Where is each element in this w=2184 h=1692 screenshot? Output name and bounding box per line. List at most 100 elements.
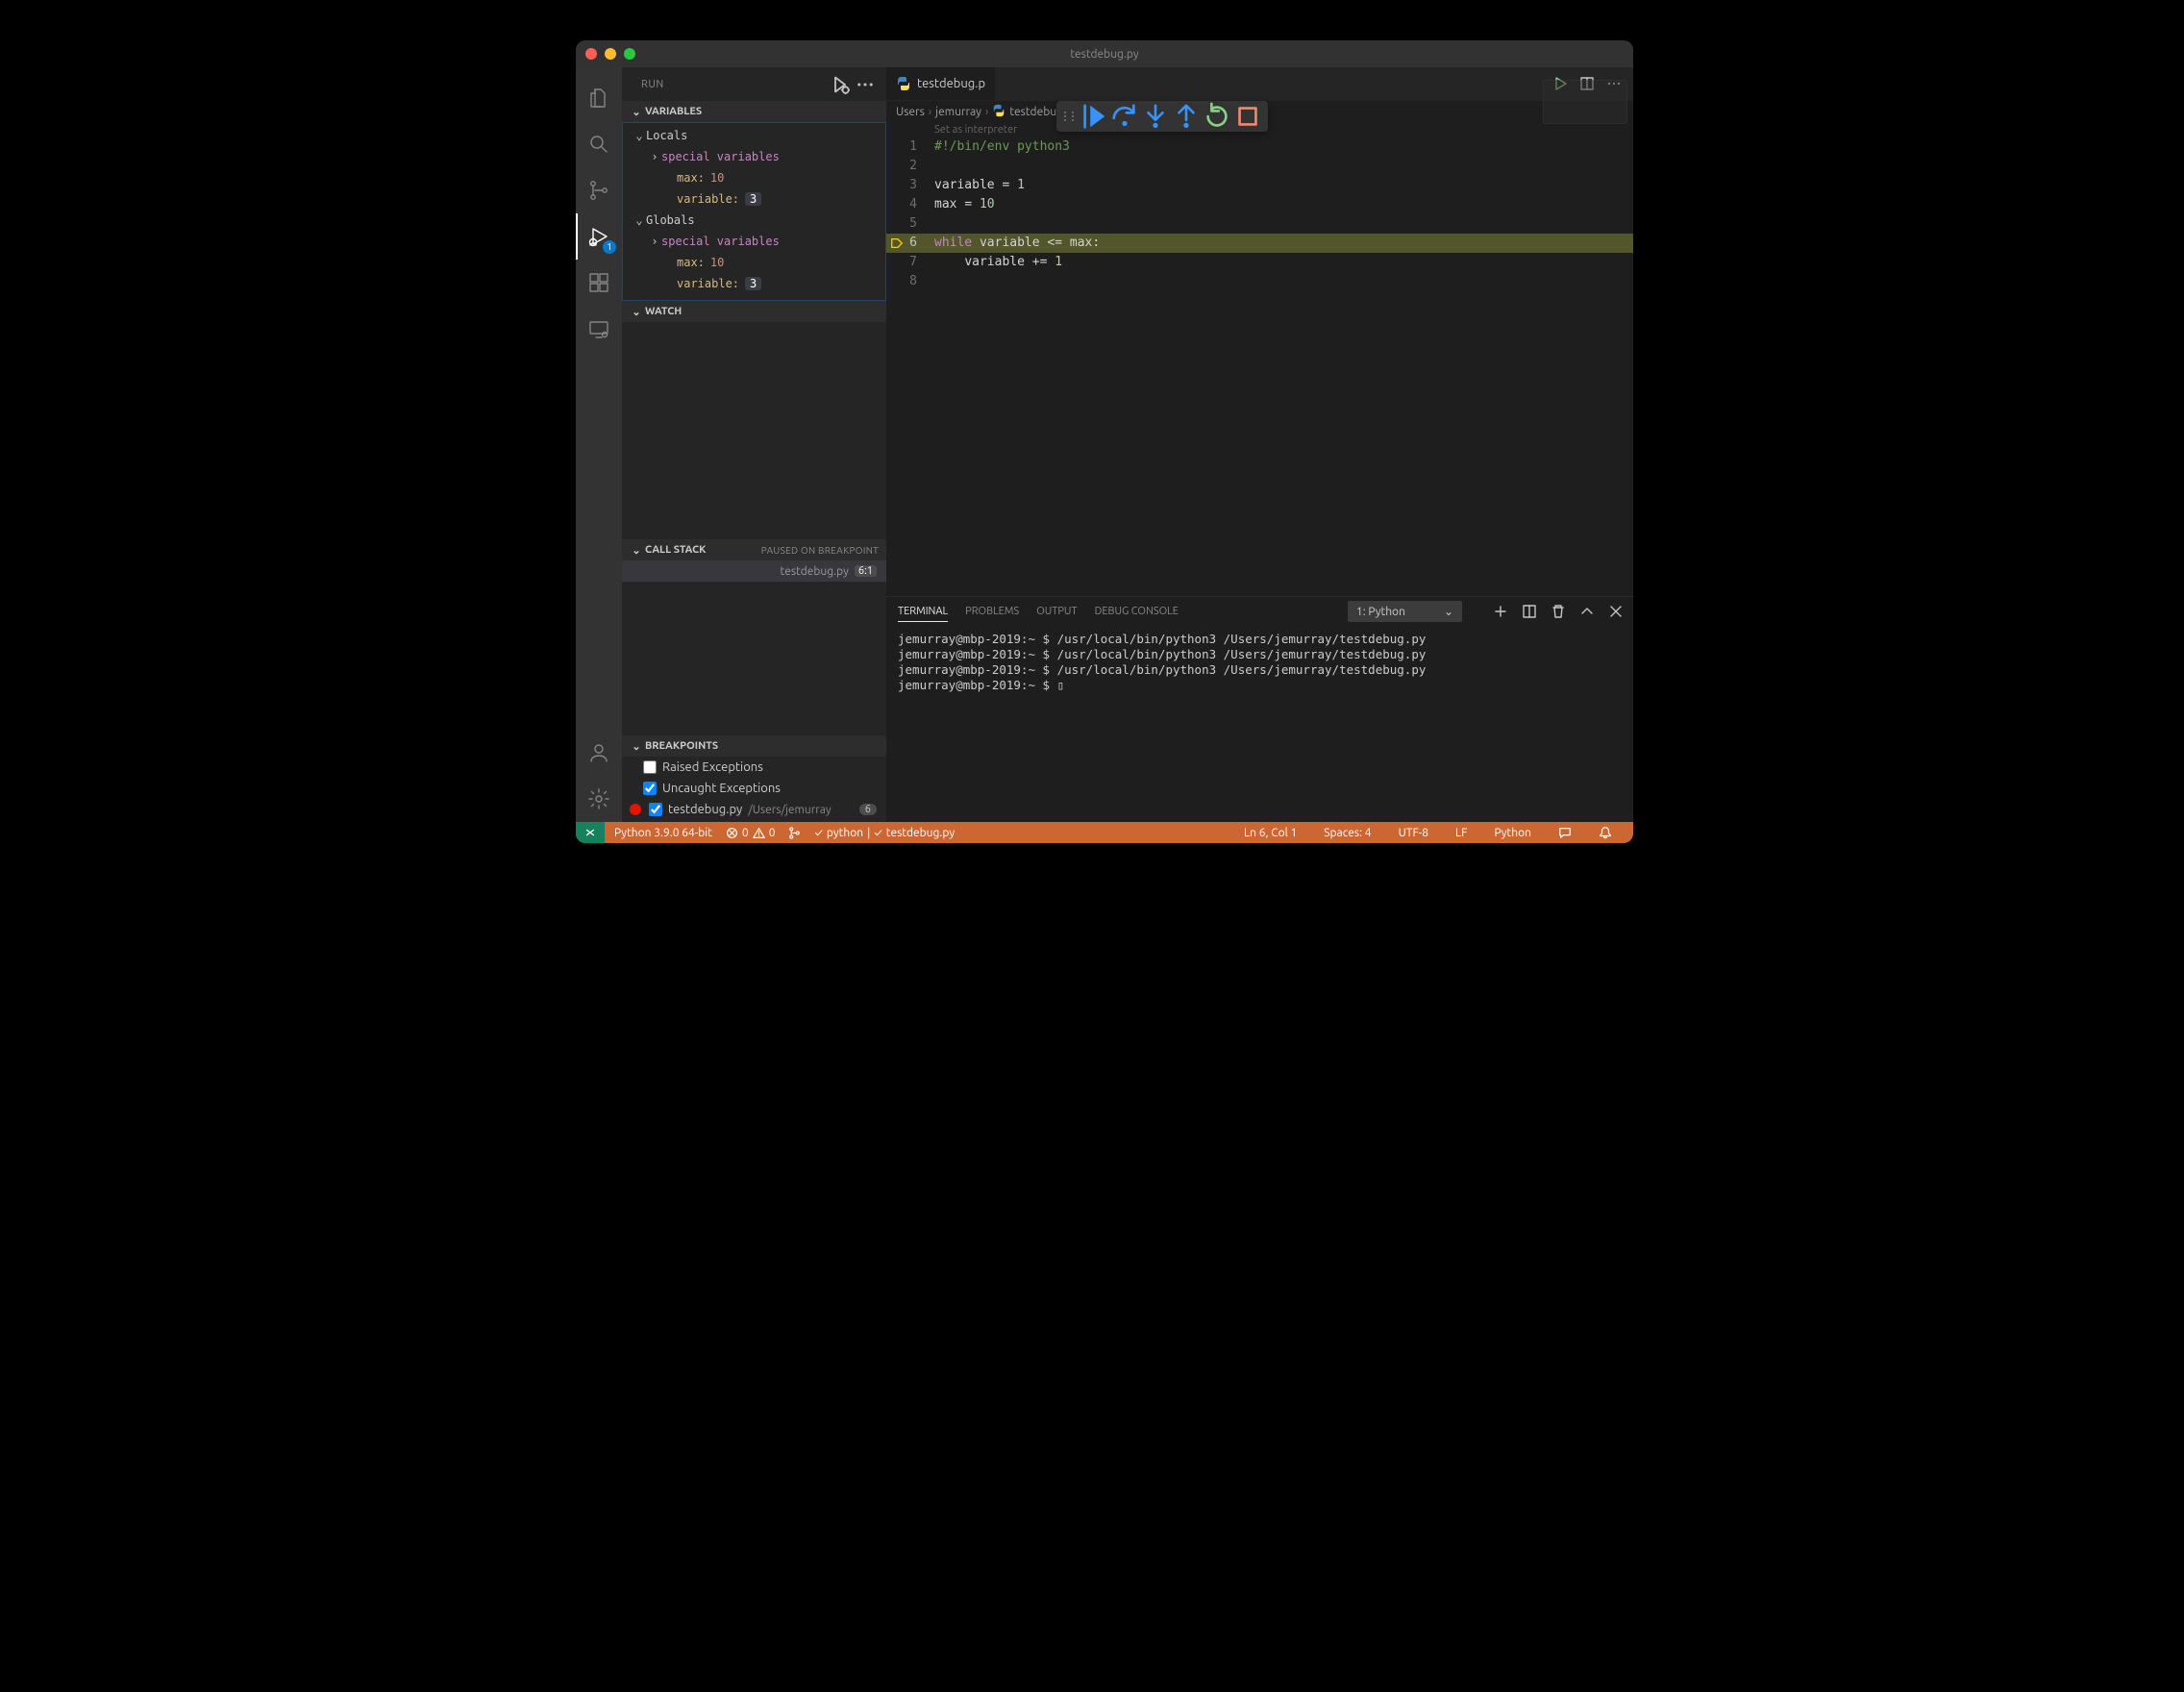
breakpoint-row[interactable]: Raised Exceptions	[622, 757, 886, 778]
chevron-down-icon: ⌄	[630, 740, 643, 753]
language-mode[interactable]: Python	[1494, 826, 1531, 839]
split-terminal-button[interactable]	[1522, 604, 1537, 619]
notifications-icon[interactable]	[1599, 826, 1612, 839]
variable-row[interactable]: max10	[623, 167, 885, 188]
explorer-icon[interactable]	[576, 75, 622, 121]
tab-label: testdebug.p	[917, 77, 985, 90]
drag-handle-icon[interactable]	[1064, 112, 1074, 121]
breadcrumb-item[interactable]: jemurray	[935, 106, 981, 118]
tab-testdebug[interactable]: testdebug.p	[886, 67, 996, 100]
titlebar: testdebug.py	[576, 40, 1633, 67]
breakpoint-checkbox[interactable]	[643, 782, 657, 795]
feedback-icon[interactable]	[1558, 826, 1572, 839]
breakpoint-dot-icon	[630, 804, 641, 815]
breakpoint-checkbox[interactable]	[643, 760, 657, 774]
variable-row[interactable]: max10	[623, 252, 885, 273]
minimap[interactable]	[1537, 74, 1633, 189]
code-line[interactable]: 6while variable <= max:	[886, 234, 1633, 253]
scope-locals[interactable]: ⌄Locals	[623, 125, 885, 146]
extensions-icon[interactable]	[576, 260, 622, 306]
remote-icon[interactable]	[576, 306, 622, 352]
lint-status-1[interactable]: ✓python |✓testdebug.py	[814, 827, 955, 839]
debug-toolbar[interactable]	[1056, 101, 1268, 132]
git-status[interactable]	[788, 827, 801, 839]
window-title: testdebug.py	[1070, 48, 1138, 61]
maximize-panel-icon[interactable]	[1579, 604, 1595, 619]
remote-button[interactable]	[576, 822, 605, 843]
debug-config-icon[interactable]	[831, 75, 850, 94]
code-line[interactable]: 8	[886, 272, 1633, 291]
variable-row[interactable]: variable3	[623, 188, 885, 210]
cursor-position[interactable]: Ln 6, Col 1	[1244, 826, 1297, 839]
code-line[interactable]: 5	[886, 214, 1633, 234]
callstack-status: PAUSED ON BREAKPOINT	[761, 545, 879, 556]
variable-row[interactable]: variable3	[623, 273, 885, 294]
minimize-icon[interactable]	[605, 48, 616, 60]
trash-icon[interactable]	[1551, 604, 1566, 619]
terminal-output[interactable]: jemurray@mbp-2019:~ $ /usr/local/bin/pyt…	[886, 626, 1633, 822]
special-variables[interactable]: ›special variables	[623, 146, 885, 167]
special-variables[interactable]: ›special variables	[623, 231, 885, 252]
close-panel-icon[interactable]	[1608, 604, 1624, 619]
watch-title: WATCH	[645, 306, 682, 317]
code-line[interactable]: 2	[886, 157, 1633, 176]
panel: TERMINAL PROBLEMS OUTPUT DEBUG CONSOLE 1: Py…	[886, 596, 1633, 822]
variables-section[interactable]: ⌄ VARIABLES	[622, 101, 886, 122]
python-icon	[992, 104, 1005, 120]
chevron-right-icon: ›	[985, 106, 988, 118]
chevron-down-icon: ⌄	[630, 306, 643, 318]
panel-tab-problems[interactable]: PROBLEMS	[965, 602, 1019, 621]
activity-bar: 1	[576, 67, 622, 822]
code-line[interactable]: 3variable = 1	[886, 176, 1633, 195]
panel-tab-debug-console[interactable]: DEBUG CONSOLE	[1095, 602, 1179, 621]
close-icon[interactable]	[585, 48, 597, 60]
indentation[interactable]: Spaces: 4	[1324, 826, 1371, 839]
breakpoints-title: BREAKPOINTS	[645, 740, 718, 752]
breakpoints-section[interactable]: ⌄ BREAKPOINTS	[622, 735, 886, 757]
eol[interactable]: LF	[1455, 826, 1467, 839]
stack-frame[interactable]: testdebug.py6:1	[622, 560, 886, 582]
problems-status[interactable]: 0 0	[726, 827, 776, 839]
step-over-button[interactable]	[1110, 103, 1139, 130]
chevron-down-icon: ⌄	[1444, 605, 1453, 618]
code-editor[interactable]: 1#!/bin/env python323variable = 14max = …	[886, 137, 1633, 291]
variables-pane: ⌄Locals›special variablesmax10variable3⌄…	[622, 122, 886, 301]
python-version[interactable]: Python 3.9.0 64-bit	[614, 827, 712, 839]
breakpoints-pane: Raised ExceptionsUncaught Exceptionstest…	[622, 757, 886, 822]
watch-pane	[622, 322, 886, 539]
callstack-pane: testdebug.py6:1	[622, 560, 886, 582]
sidebar-title: RUN	[641, 79, 831, 90]
settings-icon[interactable]	[576, 776, 622, 822]
breakpoint-row[interactable]: Uncaught Exceptions	[622, 778, 886, 799]
breakpoint-row[interactable]: testdebug.py/Users/jemurray6	[622, 799, 886, 820]
callstack-section[interactable]: ⌄ CALL STACK PAUSED ON BREAKPOINT	[622, 539, 886, 560]
search-icon[interactable]	[576, 121, 622, 167]
chevron-down-icon: ⌄	[630, 106, 643, 118]
watch-section[interactable]: ⌄ WATCH	[622, 301, 886, 322]
restart-button[interactable]	[1203, 103, 1231, 130]
account-icon[interactable]	[576, 730, 622, 776]
code-line[interactable]: 7 variable += 1	[886, 253, 1633, 272]
new-terminal-button[interactable]	[1493, 604, 1508, 619]
panel-tab-output[interactable]: OUTPUT	[1036, 602, 1077, 621]
python-icon	[896, 76, 911, 91]
stop-button[interactable]	[1233, 103, 1262, 130]
terminal-select[interactable]: 1: Python⌄	[1348, 601, 1462, 622]
continue-button[interactable]	[1080, 103, 1108, 130]
maximize-icon[interactable]	[624, 48, 635, 60]
callstack-title: CALL STACK	[645, 544, 706, 556]
step-out-button[interactable]	[1172, 103, 1201, 130]
panel-tab-terminal[interactable]: TERMINAL	[898, 602, 948, 622]
source-control-icon[interactable]	[576, 167, 622, 213]
encoding[interactable]: UTF-8	[1399, 826, 1428, 839]
breadcrumb-item[interactable]: Users	[896, 106, 925, 118]
vscode-window: testdebug.py	[576, 40, 1633, 843]
step-into-button[interactable]	[1141, 103, 1170, 130]
run-debug-icon[interactable]: 1	[576, 213, 622, 260]
more-icon[interactable]	[856, 75, 875, 94]
breakpoint-checkbox[interactable]	[649, 803, 662, 816]
code-line[interactable]: 1#!/bin/env python3	[886, 137, 1633, 157]
scope-globals[interactable]: ⌄Globals	[623, 210, 885, 231]
code-line[interactable]: 4max = 10	[886, 195, 1633, 214]
chevron-right-icon: ›	[929, 106, 931, 118]
